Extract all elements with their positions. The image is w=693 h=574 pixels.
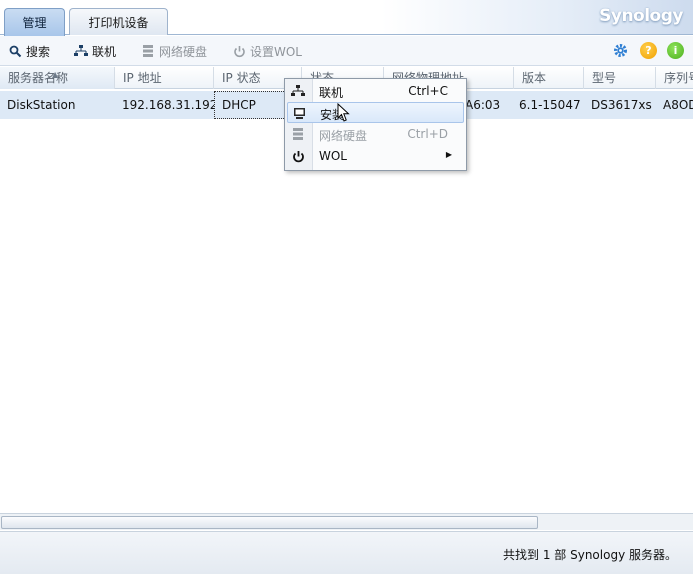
col-ip-address-label: IP 地址 — [123, 71, 162, 85]
set-wol-label: 设置WOL — [250, 44, 302, 59]
menu-item-wol-label: WOL — [319, 149, 347, 163]
scrollbar-thumb[interactable] — [1, 516, 538, 529]
settings-gear-icon[interactable] — [612, 42, 629, 59]
col-server-name[interactable]: ▲ 服务器名称 — [0, 67, 115, 89]
status-bar: 共找到 1 部 Synology 服务器。 — [0, 531, 693, 574]
menu-item-connect[interactable]: 联机 Ctrl+C — [287, 81, 464, 102]
col-ip-status-label: IP 状态 — [222, 71, 261, 85]
col-version-label: 版本 — [522, 71, 547, 85]
mouse-pointer-icon — [337, 102, 350, 126]
cell-ip: 192.168.31.192 — [122, 98, 214, 112]
sort-arrow-icon: ▲ — [52, 70, 59, 79]
server-drive-icon — [291, 127, 305, 141]
search-button[interactable]: 搜索 — [8, 42, 50, 60]
search-icon — [8, 44, 22, 58]
server-drive-icon — [141, 44, 155, 58]
tab-printers-label: 打印机设备 — [88, 15, 149, 30]
tab-manage[interactable]: 管理 — [4, 8, 65, 36]
power-icon — [291, 149, 305, 163]
search-label: 搜索 — [26, 44, 51, 59]
menu-item-connect-label: 联机 — [319, 86, 344, 100]
menu-item-network-drive-label: 网络硬盘 — [319, 129, 368, 143]
install-computer-icon — [292, 106, 306, 120]
menu-item-wol[interactable]: WOL ▶ — [287, 146, 464, 167]
col-serial[interactable]: 序列号 — [656, 67, 693, 89]
cell-server-name: DiskStation — [7, 98, 76, 112]
title-header: 管理 打印机设备 Synology — [0, 0, 693, 36]
tab-printers[interactable]: 打印机设备 — [69, 8, 168, 35]
col-model[interactable]: 型号 — [584, 67, 656, 89]
col-serial-label: 序列号 — [664, 71, 693, 85]
col-version[interactable]: 版本 — [514, 67, 584, 89]
connect-button[interactable]: 联机 — [74, 42, 116, 60]
menu-item-connect-shortcut: Ctrl+C — [408, 84, 448, 98]
cell-version: 6.1-15047 — [519, 98, 581, 112]
toolbar: 搜索 联机 网络硬盘 设置WOL — [0, 36, 693, 66]
menu-item-network-drive-shortcut: Ctrl+D — [407, 127, 448, 141]
synology-logo: Synology — [599, 6, 683, 26]
status-text: 共找到 1 部 Synology 服务器。 — [503, 548, 677, 562]
menu-item-install[interactable]: 安装 — [287, 102, 464, 123]
menu-item-network-drive[interactable]: 网络硬盘 Ctrl+D — [287, 124, 464, 145]
set-wol-button[interactable]: 设置WOL — [232, 42, 302, 60]
cell-serial: A8OD — [663, 98, 693, 112]
help-icon[interactable]: ? — [640, 42, 657, 59]
network-drive-button[interactable]: 网络硬盘 — [141, 42, 207, 60]
connect-label: 联机 — [92, 44, 117, 59]
cell-model: DS3617xs — [591, 98, 652, 112]
col-server-name-label: 服务器名称 — [8, 71, 69, 85]
context-menu: 联机 Ctrl+C 安装 网络硬盘 Ctrl+D WOL ▶ — [284, 78, 467, 171]
info-icon[interactable]: i — [667, 42, 684, 59]
power-icon — [232, 44, 246, 58]
network-icon — [74, 44, 88, 58]
col-model-label: 型号 — [592, 71, 617, 85]
network-icon — [291, 84, 305, 98]
network-drive-label: 网络硬盘 — [159, 44, 208, 59]
horizontal-scrollbar[interactable] — [0, 513, 693, 530]
tab-manage-label: 管理 — [22, 16, 47, 30]
submenu-arrow-icon: ▶ — [445, 150, 452, 159]
col-ip-address[interactable]: IP 地址 — [115, 67, 214, 89]
